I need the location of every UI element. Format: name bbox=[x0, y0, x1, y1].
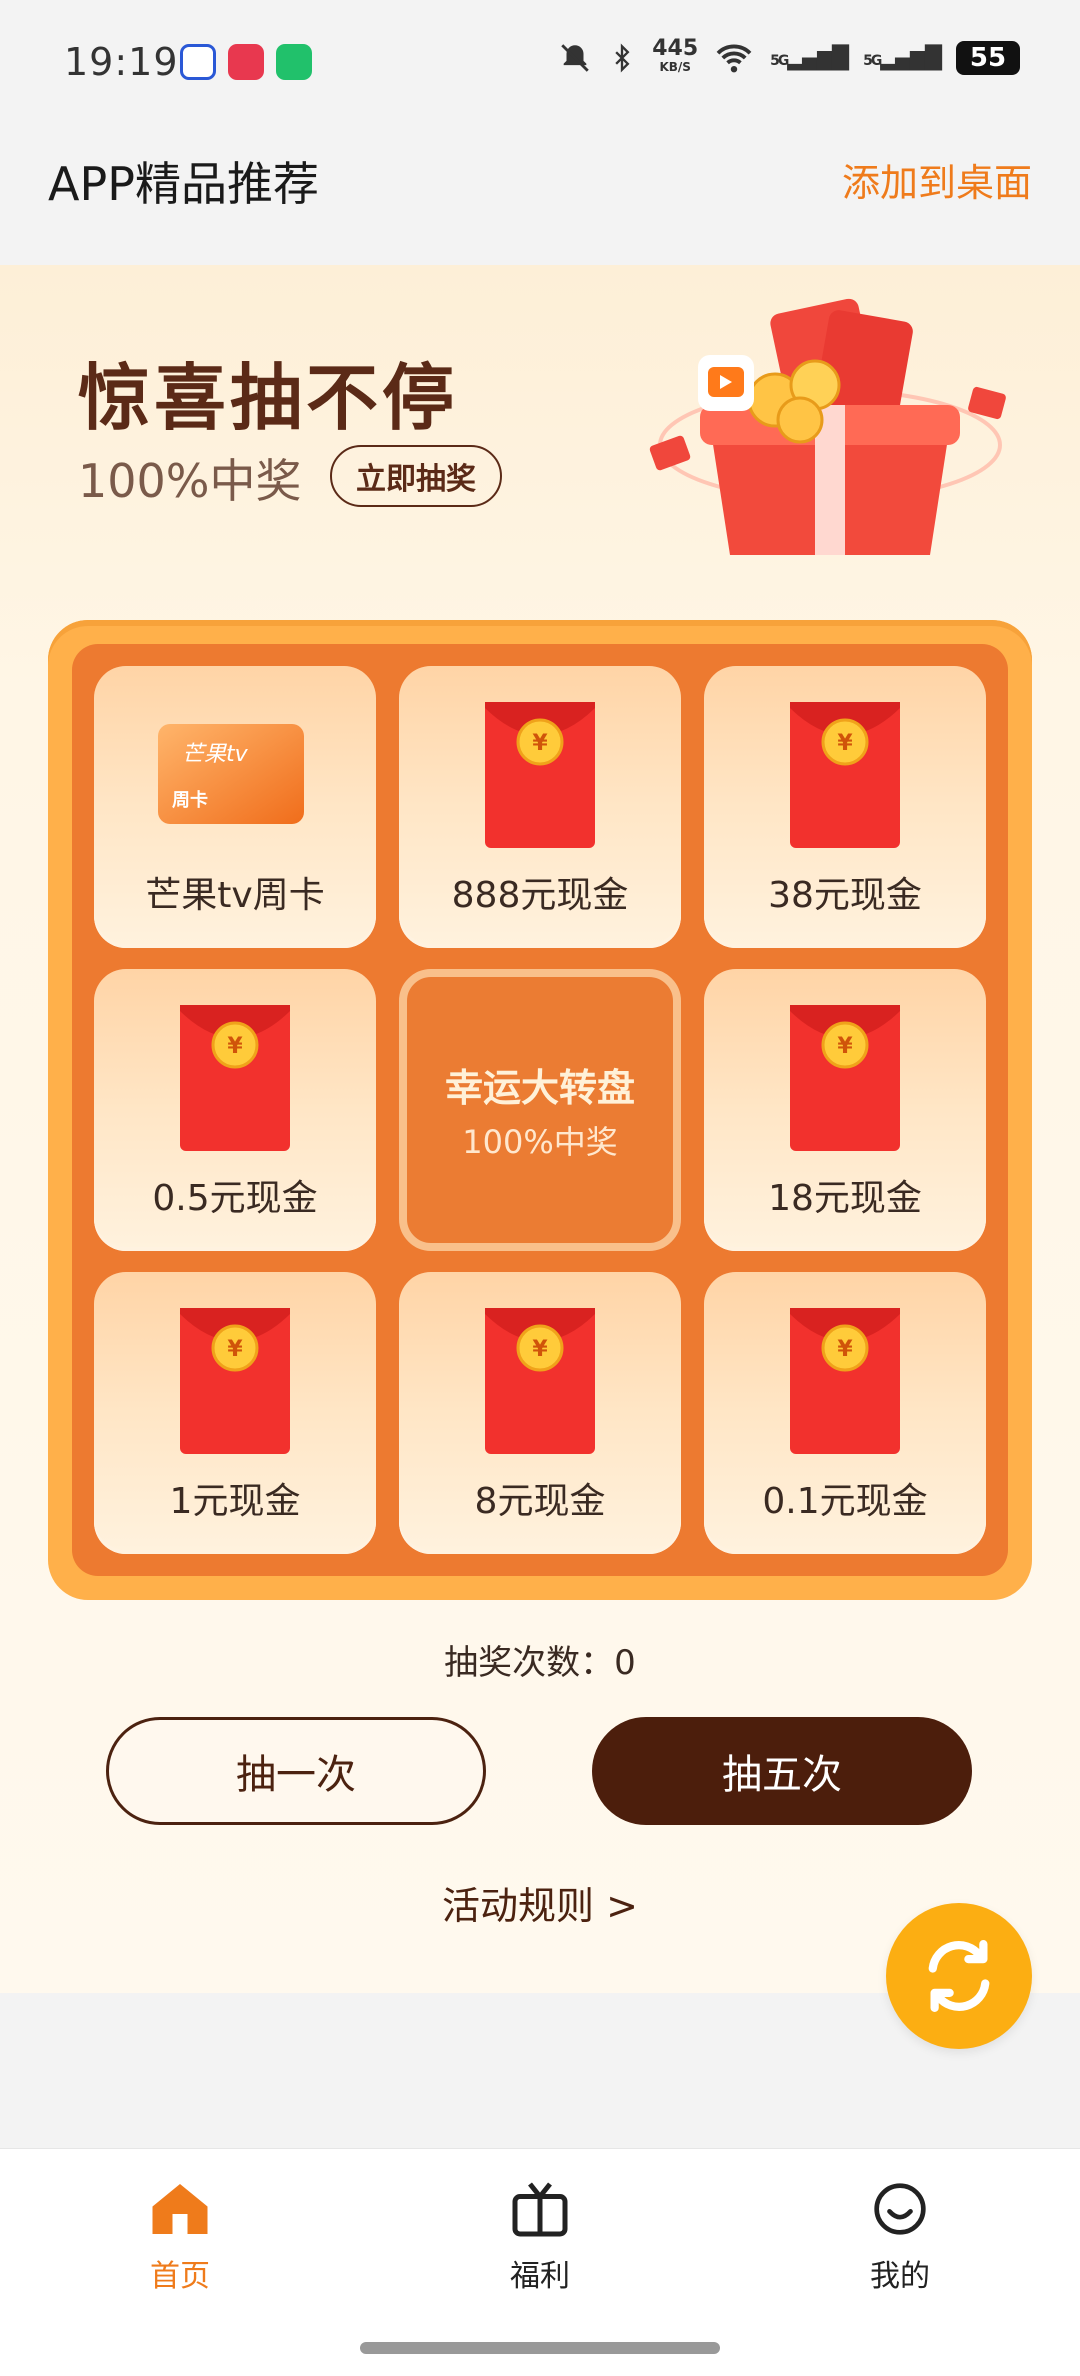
net-speed: 445 KB/S bbox=[652, 36, 699, 76]
signal-icon-2: 5G▂▄▆█ bbox=[863, 45, 942, 71]
wifi-icon bbox=[716, 44, 752, 73]
lucky-wheel-start-button[interactable]: 幸运大转盘 100%中奖 bbox=[399, 969, 681, 1251]
prize-label: 0.5元现金 bbox=[152, 1178, 318, 1219]
prize-cell-mango-tv-card[interactable]: 芒果tv 周卡 芒果tv周卡 bbox=[94, 666, 376, 948]
prize-cell-38-cash[interactable]: ¥ 38元现金 bbox=[704, 666, 986, 948]
mute-icon bbox=[561, 44, 589, 72]
svg-text:¥: ¥ bbox=[837, 1337, 853, 1362]
draw-now-button[interactable]: 立即抽奖 bbox=[330, 445, 502, 507]
status-app-icons bbox=[180, 44, 312, 80]
status-right: 445 KB/S 5G▂▄▆█ 5G▂▄▆█ 55 bbox=[558, 36, 1020, 76]
prize-grid: 芒果tv 周卡 芒果tv周卡 ¥ 888元现金 ¥ 38元现金 ¥ 0.5元现金… bbox=[72, 644, 1008, 1576]
prize-cell-0-1-cash[interactable]: ¥ 0.1元现金 bbox=[704, 1272, 986, 1554]
iqiyi-icon bbox=[276, 44, 312, 80]
lottery-panel: 惊喜抽不停 100%中奖 立即抽奖 芒果tv 周卡 芒果tv周卡 ¥ 888元现… bbox=[0, 265, 1080, 1993]
red-envelope-icon: ¥ bbox=[180, 1308, 290, 1454]
smiley-face-icon bbox=[874, 2183, 926, 2235]
prize-label: 8元现金 bbox=[474, 1481, 606, 1522]
draw-once-button[interactable]: 抽一次 bbox=[106, 1717, 486, 1825]
prize-cell-18-cash[interactable]: ¥ 18元现金 bbox=[704, 969, 986, 1251]
red-envelope-icon: ¥ bbox=[790, 1308, 900, 1454]
prize-cell-888-cash[interactable]: ¥ 888元现金 bbox=[399, 666, 681, 948]
bluetooth-icon bbox=[615, 43, 630, 73]
prize-cell-8-cash[interactable]: ¥ 8元现金 bbox=[399, 1272, 681, 1554]
red-envelope-icon: ¥ bbox=[790, 702, 900, 848]
status-time: 19:19 bbox=[64, 40, 179, 84]
svg-text:¥: ¥ bbox=[532, 1337, 548, 1362]
prize-label: 1元现金 bbox=[169, 1481, 301, 1522]
net-speed-value: 445 bbox=[652, 36, 699, 61]
video-app-icon bbox=[228, 44, 264, 80]
red-envelope-icon: ¥ bbox=[485, 1308, 595, 1454]
draw-five-button[interactable]: 抽五次 bbox=[592, 1717, 972, 1825]
nav-home-label: 首页 bbox=[150, 2259, 210, 2294]
svg-text:¥: ¥ bbox=[227, 1337, 243, 1362]
red-envelope-icon: ¥ bbox=[485, 702, 595, 848]
red-envelope-icon: ¥ bbox=[790, 1005, 900, 1151]
svg-text:¥: ¥ bbox=[227, 1034, 243, 1059]
nav-mine-label: 我的 bbox=[870, 2259, 930, 2294]
prize-label: 芒果tv周卡 bbox=[145, 875, 325, 916]
refresh-button[interactable] bbox=[886, 1903, 1032, 2049]
add-to-desktop-button[interactable]: 添加到桌面 bbox=[842, 152, 1032, 207]
card-brand: 芒果tv bbox=[182, 742, 248, 767]
red-envelope-icon: ¥ bbox=[180, 1005, 290, 1151]
banner-subtitle: 100%中奖 bbox=[78, 454, 302, 508]
prize-label: 0.1元现金 bbox=[762, 1481, 928, 1522]
app-header: APP精品推荐 添加到桌面 bbox=[0, 130, 1080, 265]
status-bar: 19:19 445 KB/S 5G▂▄▆█ 5G▂▄▆█ 55 bbox=[0, 0, 1080, 130]
nav-welfare-label: 福利 bbox=[510, 2259, 570, 2294]
svg-text:¥: ¥ bbox=[837, 731, 853, 756]
card-sub: 周卡 bbox=[172, 790, 208, 811]
center-title: 幸运大转盘 bbox=[444, 1066, 635, 1110]
gift-box-illustration bbox=[649, 298, 1006, 555]
prize-cell-0-5-cash[interactable]: ¥ 0.5元现金 bbox=[94, 969, 376, 1251]
prize-label: 888元现金 bbox=[451, 875, 629, 916]
center-subtitle: 100%中奖 bbox=[462, 1123, 618, 1161]
draw-count: 抽奖次数：0 bbox=[444, 1643, 636, 1683]
prize-label: 18元现金 bbox=[768, 1178, 922, 1219]
svg-text:¥: ¥ bbox=[532, 731, 548, 756]
signal-label-1: 5G bbox=[770, 52, 789, 69]
nav-welfare[interactable]: 福利 bbox=[440, 2181, 640, 2295]
tv-gift-icon bbox=[512, 2182, 568, 2237]
home-indicator-bar[interactable] bbox=[360, 2342, 720, 2354]
baidu-icon bbox=[180, 44, 216, 80]
page-title: APP精品推荐 bbox=[48, 157, 319, 211]
refresh-icon bbox=[928, 1940, 990, 2012]
svg-text:¥: ¥ bbox=[837, 1034, 853, 1059]
battery-icon: 55 bbox=[956, 41, 1020, 75]
nav-mine[interactable]: 我的 bbox=[800, 2181, 1000, 2295]
home-icon bbox=[152, 2184, 208, 2234]
banner-title: 惊喜抽不停 bbox=[78, 356, 459, 440]
nav-home[interactable]: 首页 bbox=[80, 2181, 280, 2295]
prize-cell-1-cash[interactable]: ¥ 1元现金 bbox=[94, 1272, 376, 1554]
prize-label: 38元现金 bbox=[768, 875, 922, 916]
signal-label-2: 5G bbox=[863, 52, 882, 69]
prize-grid-frame: 芒果tv 周卡 芒果tv周卡 ¥ 888元现金 ¥ 38元现金 ¥ 0.5元现金… bbox=[48, 620, 1032, 1600]
signal-icon: 5G▂▄▆█ bbox=[770, 45, 849, 71]
